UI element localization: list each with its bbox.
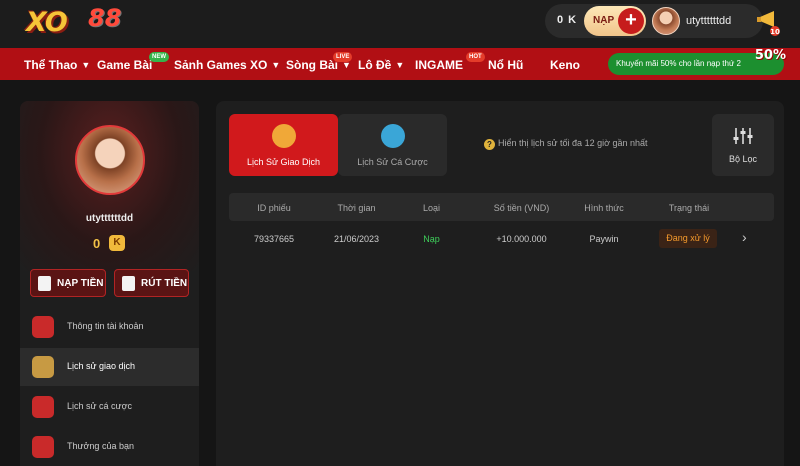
nav-item-no-hu[interactable]: Nổ Hũ: [488, 58, 523, 72]
sidebar-item-bet-history[interactable]: Lịch sử cá cược: [20, 388, 199, 426]
deposit-label: NẠP: [593, 15, 615, 26]
new-badge: NEW: [149, 52, 169, 62]
table-row[interactable]: 79337665 21/06/2023 Nạp +10.000.000 Payw…: [229, 221, 774, 257]
promo-badge: 50%: [754, 48, 786, 63]
nav-item-game-bai[interactable]: Game Bài: [97, 58, 152, 72]
status-badge: Đang xử lý: [659, 229, 717, 248]
wallet-bar: 0 K NẠP + utyttttttdd: [545, 4, 763, 38]
live-badge: LIVE: [333, 52, 353, 62]
xo88-logo[interactable]: XO 88: [26, 4, 130, 41]
avatar[interactable]: [652, 7, 680, 35]
column-header: Loại: [422, 203, 440, 213]
dollar-receipt-icon: [38, 276, 51, 291]
username[interactable]: utyttttttdd: [686, 15, 731, 27]
wallet-icon: [272, 124, 296, 148]
payment-method: Paywin: [589, 234, 619, 244]
sidebar-item-rewards[interactable]: Thưởng của bạn: [20, 428, 199, 466]
sidebar-item-account-info[interactable]: Thông tin tài khoản: [20, 308, 199, 346]
column-header: ID phiếu: [257, 203, 291, 213]
svg-text:10: 10: [770, 28, 780, 36]
column-header: Hình thức: [584, 203, 624, 213]
chevron-down-icon: ▼: [271, 60, 281, 70]
history-hint: ? Hiển thị lịch sử tối đa 12 giờ gần nhất: [484, 138, 648, 150]
transaction-type: Nạp: [423, 234, 440, 244]
account-icon: [32, 316, 54, 338]
table-header: ID phiếu Thời gian Loại Số tiền (VND) Hì…: [229, 193, 774, 221]
sidebar-item-transaction-history[interactable]: Lịch sử giao dịch: [20, 348, 199, 386]
ticket-id: 79337665: [253, 234, 295, 244]
money-bag-icon: [32, 396, 54, 418]
nav-item-the-thao[interactable]: Thể Thao ▼: [24, 58, 90, 72]
filter-button[interactable]: Bộ Lọc: [712, 114, 774, 176]
withdraw-money-button[interactable]: RÚT TIỀN: [114, 269, 189, 297]
main-nav: Thể Thao ▼ Game Bài NEW Sảnh Games XO ▼ Sò…: [0, 48, 800, 80]
money-bag-icon: [381, 124, 405, 148]
column-header: Trạng thái: [668, 203, 710, 213]
profile-avatar[interactable]: [75, 125, 145, 195]
top-header: XO 88 0 K NẠP + utyttttttdd 10: [0, 0, 800, 48]
k-coin-icon: K: [109, 235, 125, 251]
account-sidebar: utyttttttdd 0 K NẠP TIỀN RÚT TIỀN Thông …: [20, 101, 199, 466]
notification-horn-icon[interactable]: 10: [756, 7, 782, 37]
chevron-down-icon: ▼: [395, 60, 405, 70]
tab-transaction-history[interactable]: Lịch Sử Giao Dịch: [229, 114, 338, 176]
sliders-icon: [733, 128, 753, 144]
chevron-right-icon[interactable]: ›: [742, 229, 747, 245]
deposit-money-button[interactable]: NẠP TIỀN: [30, 269, 106, 297]
nav-item-keno[interactable]: Keno: [550, 58, 580, 72]
wallet-icon: [122, 276, 135, 291]
tab-bet-history[interactable]: Lịch Sử Cá Cược: [338, 114, 447, 176]
transaction-amount: +10.000.000: [496, 234, 547, 244]
nav-item-lo-de[interactable]: Lô Đề ▼: [358, 58, 404, 72]
hot-badge: HOT: [466, 52, 485, 62]
transaction-time: 21/06/2023: [333, 234, 380, 244]
nav-item-ingame[interactable]: INGAME: [415, 58, 463, 72]
profile-username: utyttttttdd: [85, 213, 134, 224]
gift-icon: [32, 436, 54, 458]
nav-item-sanh-games-xo[interactable]: Sảnh Games XO ▼: [174, 58, 280, 72]
plus-icon: +: [618, 8, 644, 34]
promo-text: Khuyến mãi 50% cho lần nạp thứ 2: [616, 59, 741, 68]
wallet-icon: [32, 356, 54, 378]
question-icon: ?: [484, 139, 495, 150]
promo-banner[interactable]: Khuyến mãi 50% cho lần nạp thứ 2 50%: [608, 48, 786, 75]
chevron-down-icon: ▼: [81, 60, 91, 70]
balance-value: 0 K: [557, 14, 578, 26]
column-header: Thời gian: [337, 203, 376, 213]
deposit-button[interactable]: NẠP +: [584, 6, 646, 36]
points-value: 0: [93, 236, 101, 251]
column-header: Số tiền (VND): [493, 203, 550, 213]
history-panel: Lịch Sử Giao Dịch Lịch Sử Cá Cược ? Hiển …: [216, 101, 784, 466]
